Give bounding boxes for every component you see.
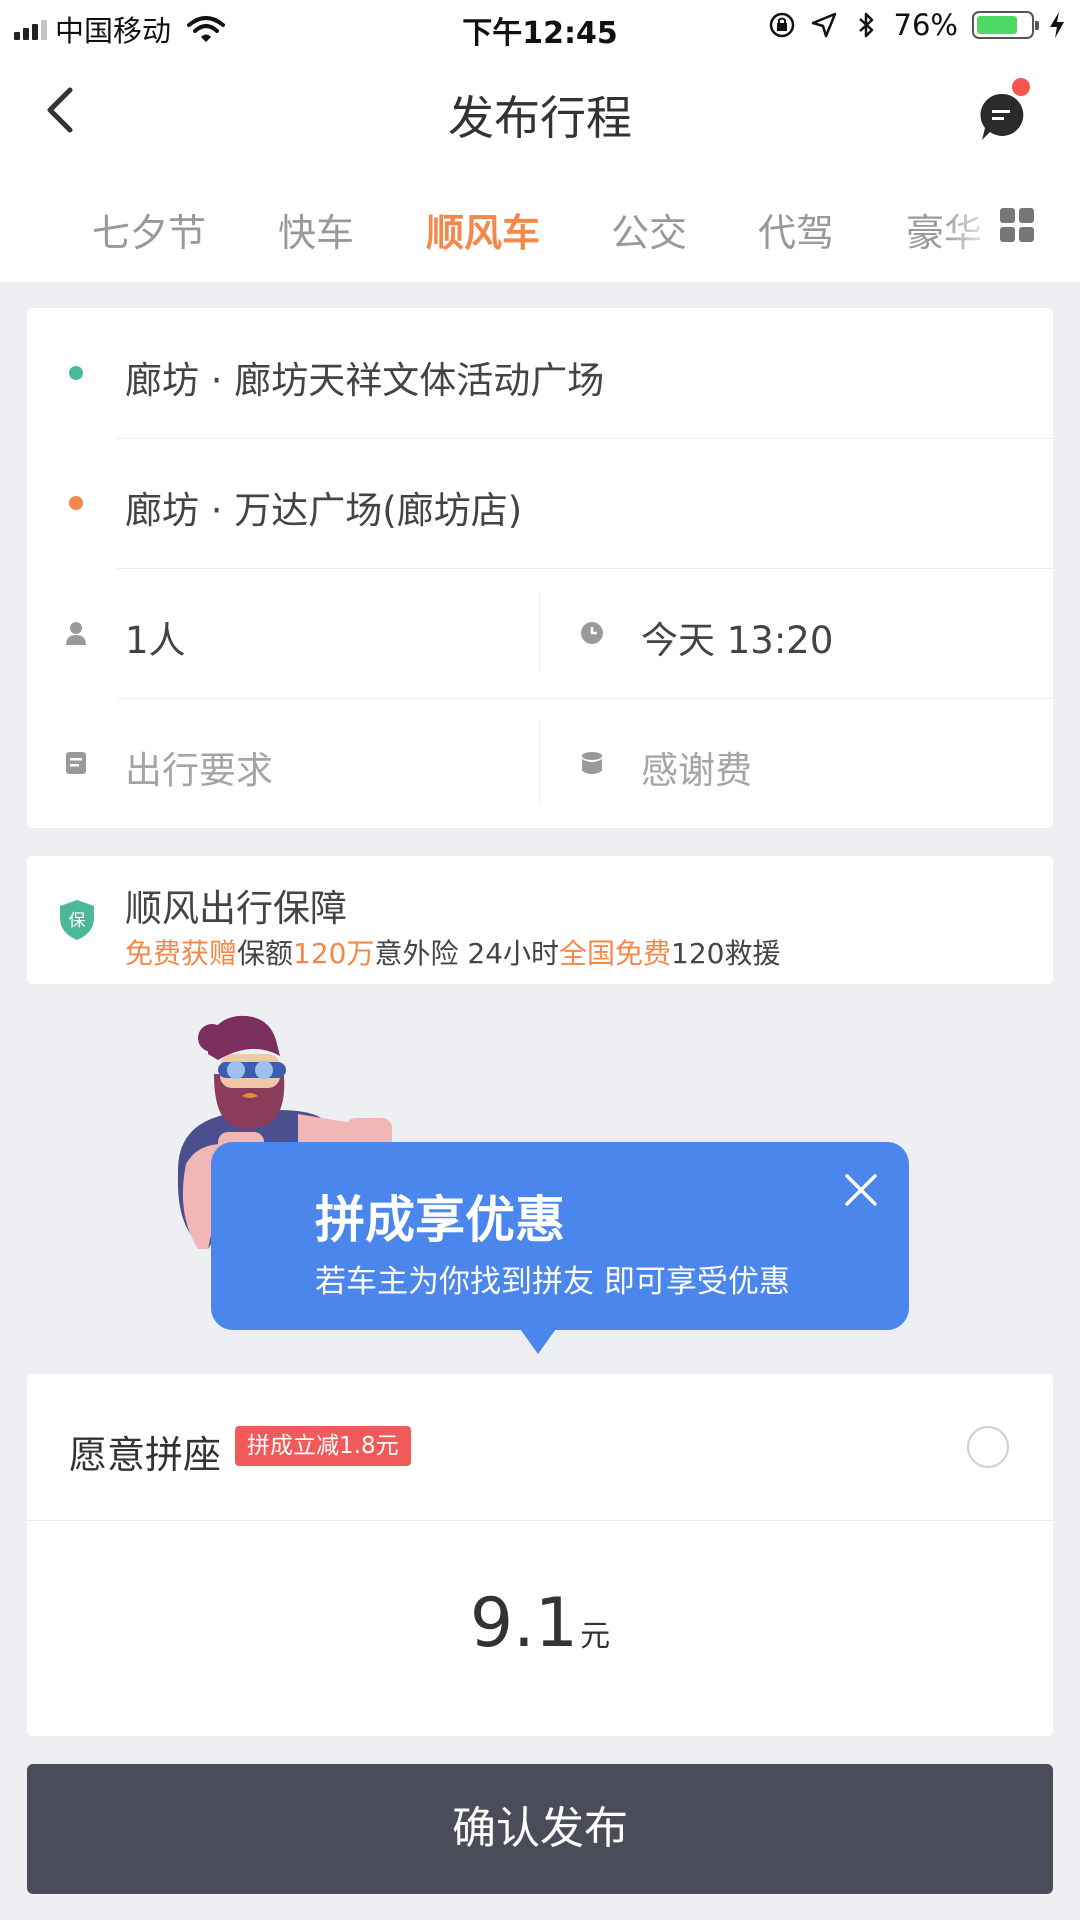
page-title: 发布行程 xyxy=(448,91,632,145)
clock-icon xyxy=(581,622,603,644)
shield-icon: 保 xyxy=(60,900,94,940)
chat-bubble-icon[interactable] xyxy=(978,92,1024,142)
tab-hitch[interactable]: 顺风车 xyxy=(426,202,540,257)
promo-title: 拼成享优惠 xyxy=(315,1191,565,1249)
notification-dot xyxy=(1012,78,1030,96)
price-display: 9.1元 xyxy=(27,1584,1053,1663)
tab-express[interactable]: 快车 xyxy=(278,202,354,257)
end-location-row[interactable]: 廊坊 · 万达广场(廊坊店) xyxy=(27,438,1053,568)
note-icon xyxy=(66,752,86,774)
orientation-lock-icon xyxy=(769,12,794,38)
start-dot-icon xyxy=(69,366,83,380)
status-bar: 中国移动 下午12:45 76% xyxy=(0,0,1080,54)
insurance-card[interactable]: 保 顺风出行保障 免费获赠保额120万意外险 24小时全国免费120救援 xyxy=(27,856,1053,984)
carpool-discount-badge: 拼成立减1.8元 xyxy=(235,1426,411,1466)
bluetooth-icon xyxy=(858,12,873,38)
location-arrow-icon xyxy=(811,12,836,38)
end-dot-icon xyxy=(69,496,83,510)
carpool-card: 愿意拼座 拼成立减1.8元 9.1元 xyxy=(27,1374,1053,1736)
bubble-tail xyxy=(518,1326,558,1354)
passenger-time-row: 1人 今天 13:20 xyxy=(27,568,1053,698)
start-location[interactable]: 廊坊 · 廊坊天祥文体活动广场 xyxy=(125,350,604,404)
start-location-row[interactable]: 廊坊 · 廊坊天祥文体活动广场 xyxy=(27,308,1053,438)
svg-text:保: 保 xyxy=(69,911,86,931)
service-tabs: 七夕节 快车 顺风车 公交 代驾 豪华 xyxy=(0,168,1080,282)
trip-card: 廊坊 · 廊坊天祥文体活动广场 廊坊 · 万达广场(廊坊店) 1人 今天 13:… xyxy=(27,308,1053,828)
tab-designated-driver[interactable]: 代驾 xyxy=(758,202,834,257)
battery-icon xyxy=(972,11,1039,39)
passenger-count[interactable]: 1人 xyxy=(125,610,186,664)
grid-menu-icon[interactable] xyxy=(1000,208,1034,242)
message-button[interactable] xyxy=(968,78,1030,140)
promo-bubble: 拼成享优惠 若车主为你找到拼友 即可享受优惠 xyxy=(211,1142,909,1330)
end-location[interactable]: 廊坊 · 万达广场(廊坊店) xyxy=(125,480,522,534)
confirm-publish-button[interactable]: 确认发布 xyxy=(27,1764,1053,1894)
nav-bar: 发布行程 xyxy=(0,54,1080,168)
insurance-description: 免费获赠保额120万意外险 24小时全国免费120救援 xyxy=(125,937,781,970)
price-unit: 元 xyxy=(580,1619,611,1654)
carpool-radio[interactable] xyxy=(967,1426,1009,1468)
requirements-field[interactable]: 出行要求 xyxy=(125,740,273,794)
extras-row: 出行要求 感谢费 xyxy=(27,698,1053,828)
tab-bus[interactable]: 公交 xyxy=(611,202,687,257)
charging-bolt-icon xyxy=(1050,12,1064,38)
carpool-label[interactable]: 愿意拼座 xyxy=(69,1424,221,1479)
departure-time[interactable]: 今天 13:20 xyxy=(641,610,833,664)
person-icon xyxy=(66,622,86,645)
tab-qixi[interactable]: 七夕节 xyxy=(92,202,206,257)
price-amount: 9.1 xyxy=(469,1584,579,1663)
tip-field[interactable]: 感谢费 xyxy=(641,740,752,794)
promo-subtitle: 若车主为你找到拼友 即可享受优惠 xyxy=(315,1264,790,1300)
insurance-title: 顺风出行保障 xyxy=(125,887,347,930)
close-icon[interactable] xyxy=(843,1172,879,1208)
coin-stack-icon xyxy=(582,752,602,774)
battery-percent: 76% xyxy=(893,8,958,42)
